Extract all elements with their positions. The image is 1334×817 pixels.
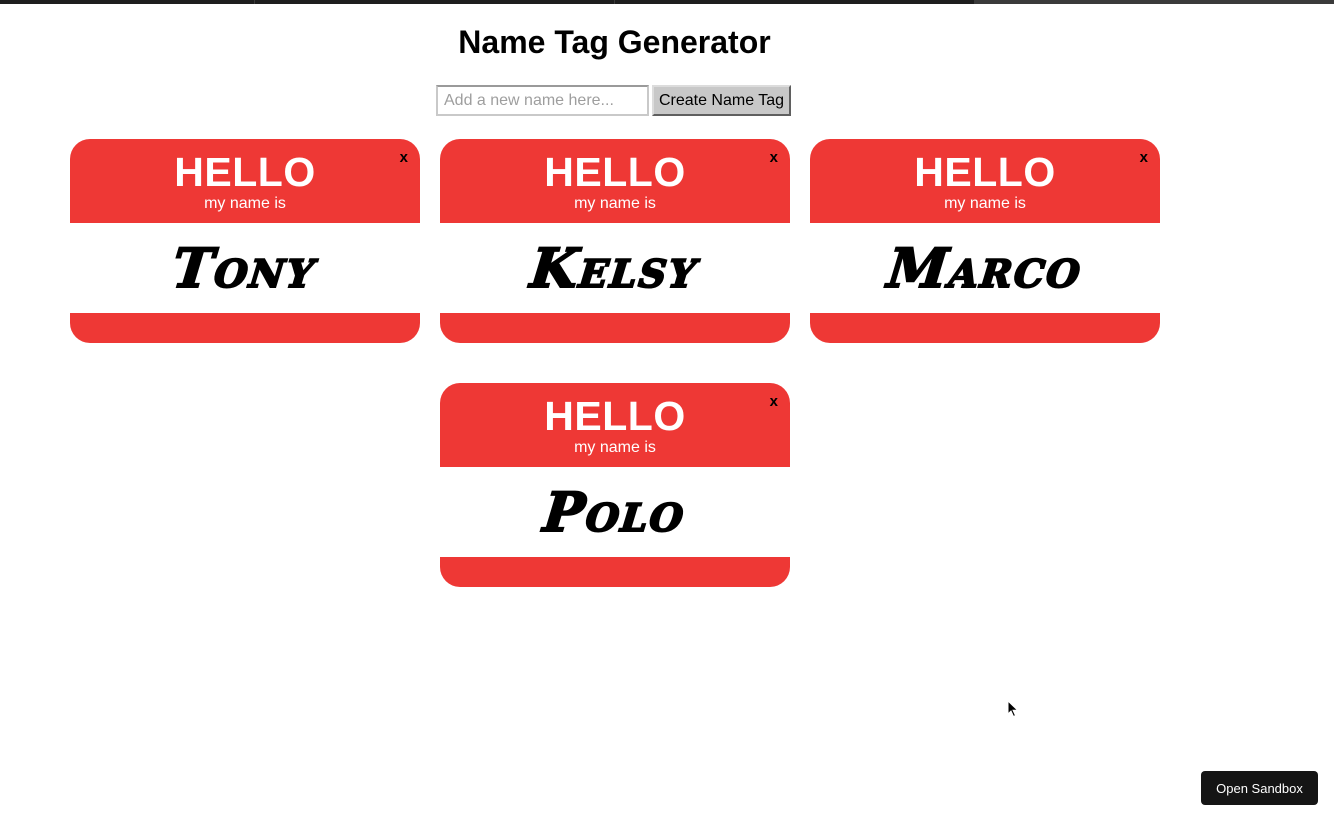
tag-subtitle: my name is <box>204 195 286 212</box>
page-title: Name Tag Generator <box>458 24 771 60</box>
browser-top-strip <box>0 0 1334 4</box>
tag-hello-text: HELLO <box>914 149 1056 195</box>
top-strip-segment <box>0 0 255 4</box>
name-tag: HELLO my name is x Kelsy <box>440 139 790 343</box>
tag-name: Marco <box>884 235 1087 301</box>
name-tag-header: HELLO my name is x <box>70 139 420 223</box>
top-strip-segment <box>975 0 1334 4</box>
delete-tag-button[interactable]: x <box>400 149 408 167</box>
name-tag: HELLO my name is x Polo <box>440 383 790 587</box>
name-tag-header: HELLO my name is x <box>440 383 790 467</box>
name-tag-form: Create Name Tag <box>436 85 791 116</box>
tag-name: Tony <box>169 235 321 301</box>
name-tag-header: HELLO my name is x <box>810 139 1160 223</box>
name-tag-body: Marco <box>810 223 1160 313</box>
open-sandbox-button[interactable]: Open Sandbox <box>1201 771 1318 805</box>
tag-name: Kelsy <box>527 235 703 301</box>
delete-tag-button[interactable]: x <box>1140 149 1148 167</box>
tag-subtitle: my name is <box>574 439 656 456</box>
name-tag-header: HELLO my name is x <box>440 139 790 223</box>
name-input[interactable] <box>436 85 649 116</box>
name-tag-body: Tony <box>70 223 420 313</box>
name-tag-body: Polo <box>440 467 790 557</box>
tag-hello-text: HELLO <box>174 149 316 195</box>
create-name-tag-button[interactable]: Create Name Tag <box>652 85 791 116</box>
top-strip-segment <box>615 0 975 4</box>
name-tag: HELLO my name is x Tony <box>70 139 420 343</box>
delete-tag-button[interactable]: x <box>770 149 778 167</box>
delete-tag-button[interactable]: x <box>770 393 778 411</box>
name-tag-body: Kelsy <box>440 223 790 313</box>
name-tag: HELLO my name is x Marco <box>810 139 1160 343</box>
tag-subtitle: my name is <box>574 195 656 212</box>
tag-name: Polo <box>540 479 690 545</box>
tag-hello-text: HELLO <box>544 149 686 195</box>
tag-subtitle: my name is <box>944 195 1026 212</box>
mouse-cursor-icon <box>1007 700 1019 718</box>
tag-hello-text: HELLO <box>544 393 686 439</box>
top-strip-segment <box>255 0 615 4</box>
